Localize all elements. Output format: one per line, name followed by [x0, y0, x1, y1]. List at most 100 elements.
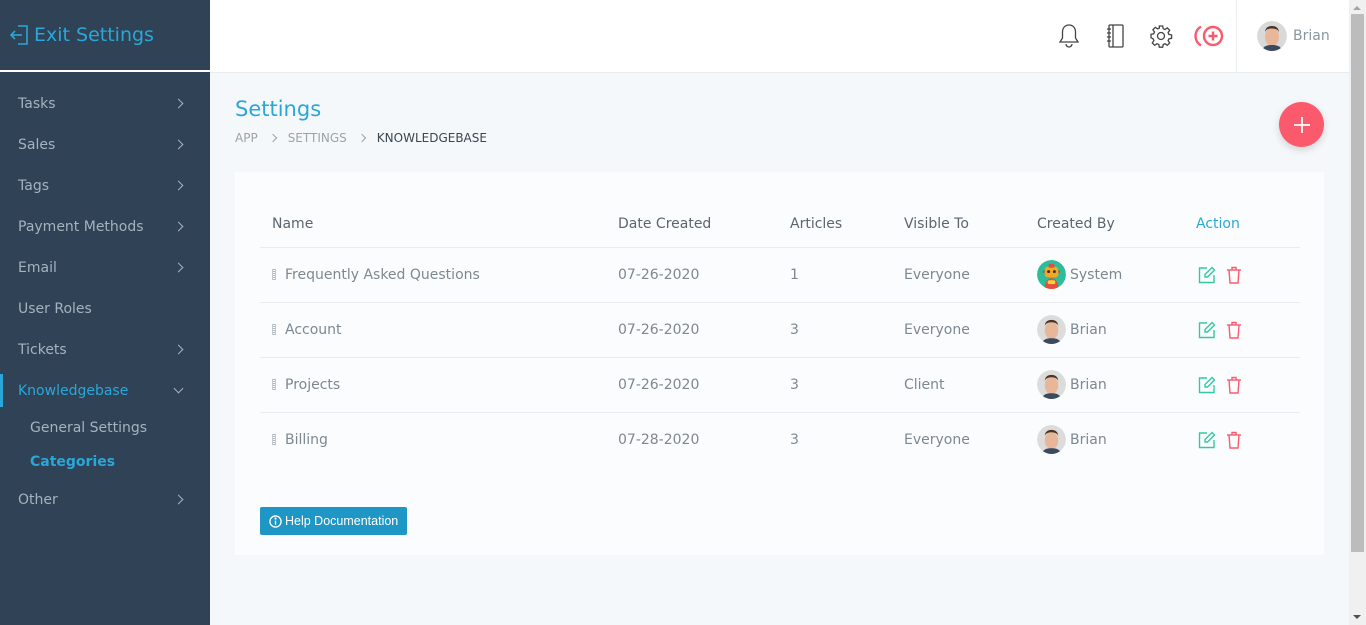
chevron-right-icon	[173, 494, 184, 505]
col-action: Action	[1196, 202, 1300, 248]
cell-visible-to: Everyone	[904, 247, 1037, 303]
creator: Brian	[1037, 425, 1196, 455]
breadcrumb-current: KNOWLEDGEBASE	[376, 131, 487, 145]
drag-handle-icon[interactable]	[272, 434, 276, 446]
scroll-up-arrow-icon[interactable]	[1353, 6, 1361, 10]
quick-add-button[interactable]	[1194, 23, 1226, 49]
col-articles[interactable]: Articles	[790, 202, 904, 248]
creator: Brian	[1037, 370, 1196, 399]
category-name[interactable]: Billing	[285, 432, 328, 448]
edit-button[interactable]	[1198, 321, 1216, 339]
info-icon	[269, 514, 282, 528]
page-title: Settings	[235, 97, 322, 121]
sidebar-item-user-roles[interactable]: User Roles	[0, 288, 210, 329]
cell-visible-to: Everyone	[904, 431, 970, 448]
delete-button[interactable]	[1226, 266, 1242, 284]
sidebar-subitem-label: Categories	[30, 454, 116, 470]
cell-created-by: Brian	[1037, 412, 1196, 467]
drag-handle-icon[interactable]	[272, 324, 276, 335]
sidebar-item-payment-methods[interactable]: Payment Methods	[0, 206, 210, 247]
cell-articles: 3	[790, 302, 904, 358]
delete-button[interactable]	[1226, 431, 1242, 449]
scroll-down-arrow-icon[interactable]	[1353, 615, 1361, 619]
trash-icon	[1227, 266, 1241, 284]
sidebar-item-label: Sales	[18, 136, 56, 153]
sidebar-subitem-categories[interactable]: Categories	[0, 445, 210, 479]
col-date-created[interactable]: Date Created	[618, 202, 790, 248]
sidebar-item-tickets[interactable]: Tickets	[0, 329, 210, 370]
table-header-row: Name Date Created Articles Visible To Cr…	[260, 202, 1300, 248]
sidebar-item-tasks[interactable]: Tasks	[0, 83, 210, 124]
sidebar-item-sales[interactable]: Sales	[0, 124, 210, 165]
gear-icon	[1150, 25, 1173, 48]
col-visible-to[interactable]: Visible To	[904, 202, 1037, 248]
exit-icon	[10, 25, 28, 45]
cell-name: Frequently Asked Questions	[260, 247, 618, 303]
chevron-right-icon	[357, 133, 367, 143]
table-row[interactable]: Projects 07-26-2020 3 Client Brian	[260, 357, 1300, 413]
delete-button[interactable]	[1226, 321, 1242, 339]
sidebar: Exit Settings Tasks Sales Tags Payment M…	[0, 0, 210, 625]
topbar: Brian	[210, 0, 1349, 73]
user-name: Brian	[1293, 28, 1330, 44]
cell-actions	[1196, 412, 1300, 467]
bell-icon	[1058, 24, 1080, 48]
settings-button[interactable]	[1148, 23, 1174, 49]
notes-button[interactable]	[1102, 23, 1128, 49]
help-documentation-button[interactable]: Help Documentation	[260, 507, 408, 535]
creator: System	[1037, 260, 1196, 289]
sidebar-subitem-general-settings[interactable]: General Settings	[0, 411, 210, 445]
delete-button[interactable]	[1226, 376, 1242, 394]
page-scrollbar[interactable]	[1349, 0, 1366, 625]
sidebar-item-other[interactable]: Other	[0, 479, 210, 520]
cell-articles: 3	[790, 431, 799, 448]
table-row[interactable]: Frequently Asked Questions 07-26-2020 1 Eve…	[260, 247, 1300, 303]
creator-name: Brian	[1070, 321, 1107, 338]
cell-created-by: Brian	[1037, 357, 1196, 413]
avatar	[1037, 425, 1066, 455]
edit-button[interactable]	[1198, 376, 1216, 394]
cell-actions	[1196, 357, 1300, 413]
exit-settings-link[interactable]: Exit Settings	[0, 0, 210, 72]
breadcrumb-app[interactable]: APP	[235, 131, 258, 145]
notebook-icon	[1107, 24, 1124, 48]
breadcrumb-settings[interactable]: SETTINGS	[288, 131, 347, 145]
chevron-right-icon	[173, 139, 184, 150]
category-name[interactable]: Projects	[285, 377, 340, 393]
cell-name: Account	[260, 302, 618, 358]
cell-date-created: 07-26-2020	[618, 247, 790, 303]
sidebar-item-tags[interactable]: Tags	[0, 165, 210, 206]
sidebar-item-knowledgebase[interactable]: Knowledgebase	[0, 370, 210, 411]
drag-handle-icon[interactable]	[272, 379, 276, 390]
col-name[interactable]: Name	[260, 202, 618, 248]
scrollbar-thumb[interactable]	[1351, 14, 1364, 552]
add-category-button[interactable]	[1279, 102, 1324, 147]
creator: Brian	[1037, 315, 1196, 344]
creator-name: System	[1070, 266, 1123, 283]
category-name[interactable]: Account	[285, 322, 342, 338]
add-circle-icon	[1194, 25, 1224, 47]
table-row[interactable]: Billing 07-28-2020 3 Everyone Brian	[260, 412, 1300, 467]
cell-name: Projects	[260, 357, 618, 413]
table-row[interactable]: Account 07-26-2020 3 Everyone Brian	[260, 302, 1300, 358]
notifications-button[interactable]	[1056, 23, 1082, 49]
row-actions	[1196, 321, 1300, 339]
drag-handle-icon[interactable]	[272, 269, 276, 280]
sidebar-item-email[interactable]: Email	[0, 247, 210, 288]
col-created-by[interactable]: Created By	[1037, 202, 1196, 248]
cell-name: Billing	[260, 412, 618, 467]
trash-icon	[1227, 376, 1241, 394]
avatar	[1037, 315, 1066, 344]
user-menu[interactable]: Brian	[1236, 0, 1349, 72]
settings-menu: Tasks Sales Tags Payment Methods Email U…	[0, 72, 210, 520]
edit-icon	[1198, 321, 1216, 338]
edit-button[interactable]	[1198, 266, 1216, 284]
cell-actions	[1196, 302, 1300, 358]
category-name[interactable]: Frequently Asked Questions	[285, 267, 480, 283]
exit-settings-label: Exit Settings	[34, 24, 154, 46]
topbar-icons	[1056, 0, 1226, 72]
edit-icon	[1198, 431, 1216, 448]
edit-button[interactable]	[1198, 431, 1216, 449]
sidebar-item-label: Tickets	[18, 341, 67, 358]
cell-articles: 1	[790, 247, 904, 303]
